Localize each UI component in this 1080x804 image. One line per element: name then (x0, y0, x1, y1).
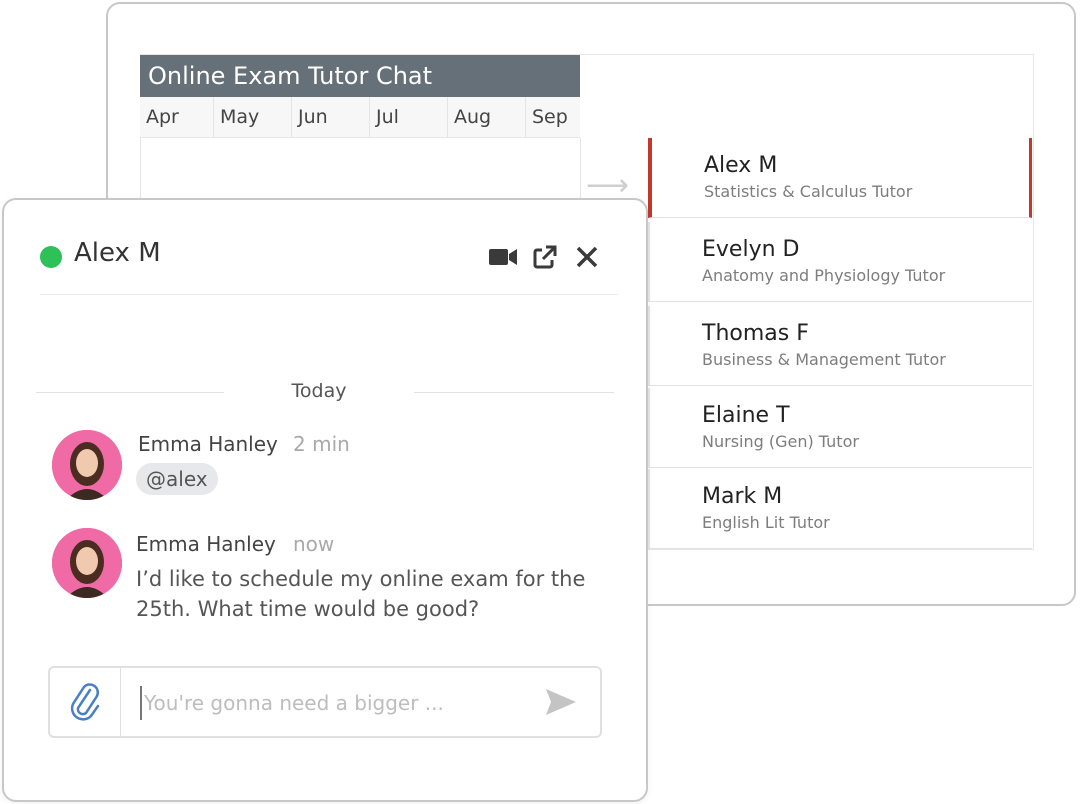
month-may: May (214, 97, 292, 137)
month-header: Apr May Jun Jul Aug Sep (140, 97, 580, 138)
message-text: I’d like to schedule my online exam for … (136, 567, 586, 621)
planner-title: Online Exam Tutor Chat (140, 55, 580, 97)
month-sep: Sep (532, 106, 568, 128)
month-apr: Apr (140, 97, 214, 137)
pop-out-icon[interactable] (530, 242, 560, 272)
avatar (52, 430, 122, 500)
chat-contact-name: Alex M (74, 238, 161, 268)
tutor-subject: Nursing (Gen) Tutor (702, 432, 859, 451)
chat-window: Alex M Today Emma Hanley 2 min @alex Emm… (2, 198, 648, 802)
mention-chip[interactable]: @alex (136, 463, 218, 495)
tutor-name: Thomas F (702, 321, 809, 346)
tutor-subject: Business & Management Tutor (702, 350, 946, 369)
tutor-subject: Statistics & Calculus Tutor (704, 182, 913, 201)
tutor-name: Elaine T (702, 403, 790, 428)
message-time: now (293, 532, 335, 556)
tutor-item-evelyn[interactable]: Evelyn D Anatomy and Physiology Tutor (648, 222, 1032, 302)
day-separator-line (36, 392, 224, 393)
tutor-item-alex[interactable]: Alex M Statistics & Calculus Tutor (648, 138, 1032, 218)
day-separator-line (414, 392, 614, 393)
send-icon[interactable] (544, 686, 578, 718)
tutor-item-mark[interactable]: Mark M English Lit Tutor (648, 469, 1032, 549)
avatar (52, 528, 122, 598)
tutor-name: Alex M (704, 153, 778, 178)
message-input[interactable] (140, 686, 526, 720)
month-aug: Aug (448, 97, 526, 137)
day-separator-label: Today (291, 380, 347, 402)
month-jun: Jun (292, 97, 370, 137)
tutor-subject: Anatomy and Physiology Tutor (702, 266, 946, 285)
message-composer (48, 666, 602, 738)
tutor-name: Mark M (702, 484, 783, 509)
tutor-list: Alex M Statistics & Calculus Tutor Evely… (648, 138, 1032, 550)
tutor-item-thomas[interactable]: Thomas F Business & Management Tutor (648, 306, 1032, 386)
online-status-dot (40, 246, 62, 268)
header-divider (40, 294, 618, 295)
tutor-item-elaine[interactable]: Elaine T Nursing (Gen) Tutor (648, 388, 1032, 468)
tutor-subject: English Lit Tutor (702, 513, 830, 532)
message-author: Emma Hanley (138, 432, 278, 456)
close-icon[interactable] (572, 242, 602, 272)
message-author: Emma Hanley (136, 532, 276, 556)
video-camera-icon[interactable] (488, 242, 518, 272)
month-jul: Jul (370, 97, 448, 137)
tutor-name: Evelyn D (702, 237, 800, 262)
paperclip-icon[interactable] (50, 668, 121, 736)
message-time: 2 min (293, 432, 350, 456)
